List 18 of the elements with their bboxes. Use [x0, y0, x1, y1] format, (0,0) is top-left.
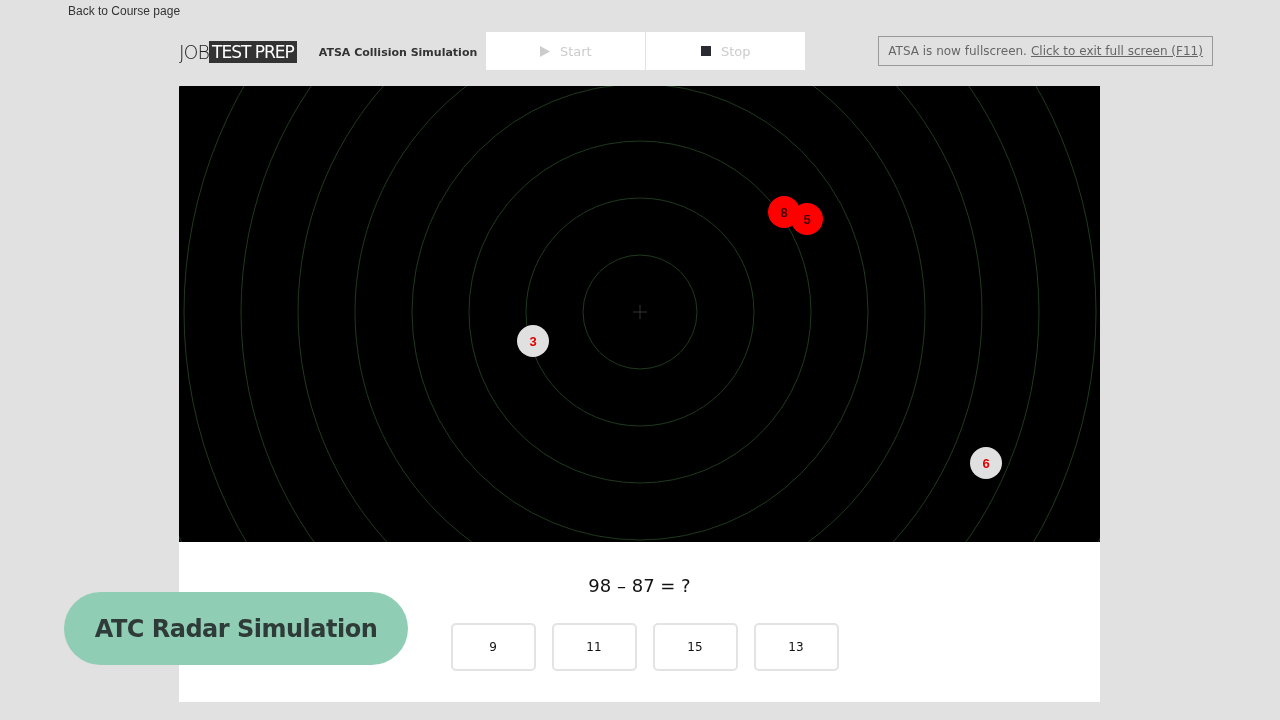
math-question: 98 – 87 = ? — [588, 575, 691, 596]
logo-text: TEST PREP — [209, 41, 297, 63]
play-icon — [539, 45, 550, 57]
answer-button[interactable]: 11 — [551, 623, 637, 671]
aircraft-marker[interactable]: 5 — [791, 203, 823, 235]
logo-text: JOB — [179, 41, 209, 63]
answer-button[interactable]: 9 — [450, 623, 536, 671]
stop-icon — [701, 46, 711, 56]
aircraft-marker[interactable]: 3 — [517, 325, 549, 357]
back-link[interactable]: Back to Course page — [68, 4, 181, 18]
crosshair-icon — [632, 304, 648, 320]
aircraft-marker[interactable]: 6 — [970, 447, 1002, 479]
answer-button[interactable]: 15 — [652, 623, 738, 671]
exit-fullscreen-link[interactable]: Click to exit full screen (F11) — [1030, 44, 1203, 58]
caption-label: ATC Radar Simulation — [64, 592, 408, 665]
simulation-title: ATSA Collision Simulation — [318, 45, 478, 59]
answer-button[interactable]: 13 — [753, 623, 839, 671]
notice-text: ATSA is now fullscreen. — [888, 44, 1027, 58]
